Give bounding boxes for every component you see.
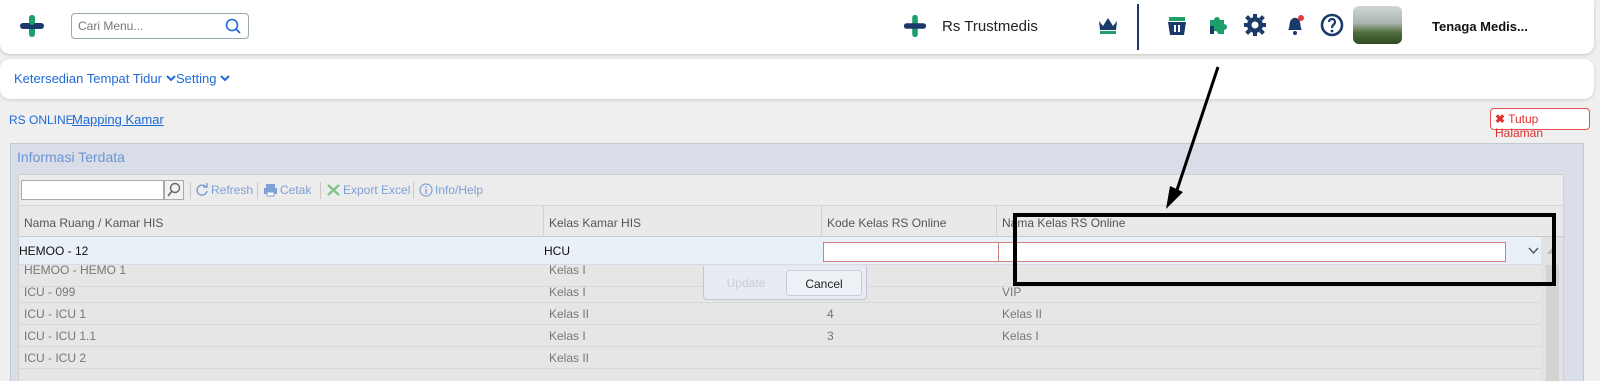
refresh-icon (196, 183, 208, 196)
cell-nama-ruang: ICU - ICU 1.1 (24, 329, 97, 343)
toolbar-separator (257, 182, 258, 199)
menu-item-label: Setting (176, 71, 217, 86)
avatar[interactable] (1353, 6, 1402, 44)
header-divider (1137, 4, 1139, 50)
hospital-logo-icon (903, 14, 927, 38)
menu-bar: Ketersedian Tempat Tidur Setting (0, 59, 1594, 99)
column-separator (821, 206, 822, 237)
toolbar-separator (190, 182, 191, 199)
print-button[interactable]: Cetak (263, 183, 311, 197)
table-row[interactable]: ICU - ICU 2 Kelas II (19, 347, 1541, 369)
menu-item-ketersedian[interactable]: Ketersedian Tempat Tidur (14, 71, 176, 86)
info-label: Info/Help (435, 183, 484, 197)
column-separator (996, 206, 997, 237)
cell-kelas-kamar: Kelas I (549, 329, 586, 343)
row-editor-buttons: Update Cancel (703, 266, 867, 300)
cell-nama-kelas: Kelas I (1002, 329, 1039, 343)
breadcrumb-mapping-kamar[interactable]: Mapping Kamar (72, 112, 164, 127)
print-label: Cetak (280, 183, 312, 197)
edit-kelas-kamar: HCU (544, 244, 570, 258)
info-help-button[interactable]: Info/Help (419, 183, 483, 197)
cell-kelas-kamar: Kelas I (549, 263, 586, 277)
basket-icon[interactable] (1165, 13, 1189, 37)
refresh-button[interactable]: Refresh (195, 183, 253, 197)
column-header-kelas-kamar[interactable]: Kelas Kamar HIS (549, 216, 641, 230)
table-row[interactable]: ICU - ICU 1 Kelas II 4 Kelas II (19, 303, 1541, 325)
cell-nama-kelas: VIP (1002, 285, 1022, 299)
cell-kelas-kamar: Kelas II (549, 351, 590, 365)
info-icon (419, 183, 433, 197)
scroll-up-icon[interactable] (1546, 247, 1558, 255)
top-bar: Rs Trustmedis Tenaga Medis. (0, 0, 1594, 54)
cell-kelas-kamar: Kelas II (549, 307, 590, 321)
column-separator (543, 206, 544, 237)
puzzle-icon[interactable] (1205, 13, 1229, 37)
export-label: Export Excel (343, 183, 411, 197)
menu-search-input[interactable] (78, 15, 218, 37)
column-header-nama-kelas[interactable]: Nama Kelas RS Online (1002, 216, 1125, 230)
edit-nama-ruang: HEMOO - 12 (19, 244, 89, 258)
toolbar-separator (413, 182, 414, 199)
grid-search-button[interactable] (164, 180, 184, 200)
nama-kelas-select[interactable] (998, 242, 1506, 262)
user-name[interactable]: Tenaga Medis... (1432, 19, 1528, 34)
menu-search-box[interactable] (71, 13, 249, 39)
chevron-down-icon (166, 75, 176, 82)
cell-kode-kelas: 3 (827, 329, 834, 343)
menu-item-label: Ketersedian Tempat Tidur (14, 71, 162, 86)
close-icon: ✖ (1495, 112, 1506, 126)
gear-icon[interactable] (1243, 13, 1267, 37)
cell-kelas-kamar: Kelas I (549, 285, 586, 299)
cell-nama-kelas: Kelas II (1002, 307, 1043, 321)
cell-nama-ruang: ICU - 099 (24, 285, 76, 299)
help-icon[interactable] (1320, 13, 1344, 37)
panel-title: Informasi Terdata (17, 149, 125, 165)
refresh-label: Refresh (211, 183, 254, 197)
close-page-button[interactable]: ✖ Tutup Halaman (1490, 108, 1590, 140)
cell-nama-ruang: HEMOO - HEMO 1 (24, 263, 127, 277)
menu-item-setting[interactable]: Setting (176, 71, 231, 86)
chevron-down-icon[interactable] (1528, 247, 1539, 255)
update-button[interactable]: Update (708, 270, 784, 296)
column-header-nama-ruang[interactable]: Nama Ruang / Kamar HIS (24, 216, 163, 230)
toolbar-separator (320, 182, 321, 199)
vertical-scrollbar[interactable] (1541, 237, 1563, 381)
editing-row[interactable]: HEMOO - 12 HCU (19, 237, 1541, 265)
cancel-button[interactable]: Cancel (786, 270, 862, 296)
search-icon[interactable] (224, 17, 242, 35)
scroll-thumb[interactable] (1546, 265, 1559, 381)
grid-header-row: Nama Ruang / Kamar HIS Kelas Kamar HIS K… (19, 205, 1563, 237)
grid-search-input[interactable] (21, 180, 164, 200)
table-row[interactable]: ICU - ICU 1.1 Kelas I 3 Kelas I (19, 325, 1541, 347)
kode-kelas-input[interactable] (823, 242, 999, 262)
column-header-kode-kelas[interactable]: Kode Kelas RS Online (827, 216, 946, 230)
logo-icon[interactable] (18, 13, 46, 39)
crown-icon[interactable] (1097, 15, 1119, 35)
grid-toolbar: Refresh Cetak Export Excel Info/Help (19, 175, 1563, 205)
cell-nama-ruang: ICU - ICU 1 (24, 307, 87, 321)
bell-icon[interactable] (1283, 13, 1307, 37)
chevron-down-icon (220, 75, 231, 82)
excel-icon (327, 184, 340, 196)
breadcrumb-rs-online[interactable]: RS ONLINE (9, 113, 74, 127)
info-panel: Informasi Terdata Refresh Cetak Export E… (10, 143, 1584, 381)
cell-kode-kelas: 4 (827, 307, 834, 321)
printer-icon (264, 184, 277, 197)
cell-nama-ruang: ICU - ICU 2 (24, 351, 87, 365)
export-excel-button[interactable]: Export Excel (326, 183, 410, 197)
search-icon (167, 182, 181, 197)
hospital-name: Rs Trustmedis (942, 18, 1038, 35)
